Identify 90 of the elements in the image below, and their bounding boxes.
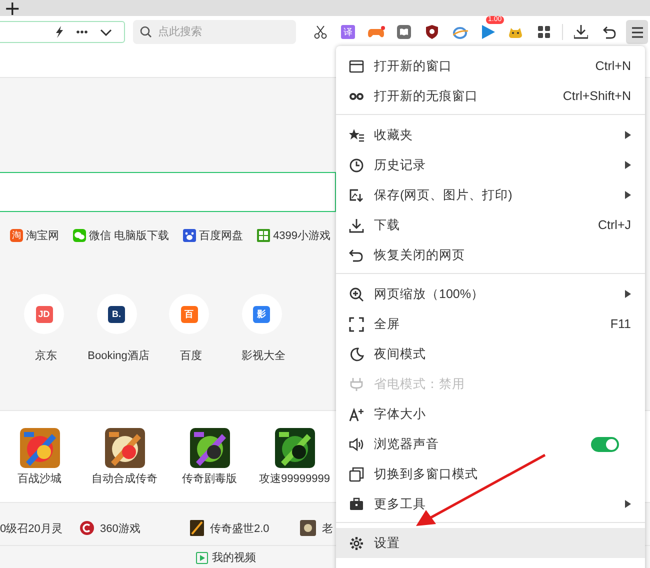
site-icon: 百	[180, 306, 198, 322]
settings-icon	[349, 536, 364, 550]
game-label[interactable]: 自动合成传奇	[92, 471, 158, 486]
cat-icon	[508, 25, 524, 39]
undo-icon	[602, 26, 616, 38]
bookmark-link[interactable]: 4399小游戏	[257, 228, 331, 242]
shortcut-button[interactable]: B.	[96, 294, 136, 334]
game-logo-icon	[80, 521, 94, 535]
promo-link[interactable]: 0级召20月灵	[0, 520, 80, 536]
promo-link[interactable]: 360游戏	[80, 520, 190, 536]
bolt-icon	[54, 26, 64, 38]
menu-icon	[632, 26, 642, 38]
submenu-arrow-icon	[625, 161, 631, 169]
image-save-icon	[349, 188, 364, 202]
translate-icon: 译	[341, 25, 355, 39]
menu-item[interactable]: 收藏夹	[336, 120, 645, 150]
site-icon: JD	[36, 306, 52, 322]
more-icon	[76, 30, 88, 34]
moon-icon	[349, 346, 364, 362]
download-icon	[349, 218, 364, 232]
submenu-arrow-icon	[625, 290, 631, 298]
new-tab-button[interactable]: +	[4, 1, 21, 15]
search-field[interactable]: 点此搜索	[133, 20, 296, 44]
shortcut-text: Ctrl+J	[598, 218, 631, 232]
search-icon	[140, 26, 152, 38]
paw-icon	[183, 228, 196, 242]
shortcut-label[interactable]: 百度	[180, 348, 202, 363]
submenu-arrow-icon	[625, 131, 631, 139]
gamepad-icon	[368, 26, 384, 38]
shield-icon	[426, 25, 438, 39]
menu-item[interactable]: 浏览器声音	[336, 429, 645, 459]
menu-button[interactable]	[626, 20, 648, 44]
menu-item[interactable]: 打开新的无痕窗口 Ctrl+Shift+N	[336, 81, 645, 111]
menu-item[interactable]: 打开新的窗口 Ctrl+N	[336, 51, 645, 81]
toggle-switch[interactable]	[591, 436, 619, 452]
bookmark-link[interactable]: 淘 淘宝网	[10, 228, 59, 242]
window-icon	[349, 58, 364, 74]
game-label[interactable]: 攻速99999999	[259, 471, 330, 486]
chevron-down-icon	[100, 28, 112, 36]
site-icon: 影	[253, 306, 270, 322]
shortcut-label[interactable]: Booking酒店	[88, 348, 150, 363]
chat-icon	[73, 228, 86, 242]
plug-icon	[349, 376, 364, 392]
star-list-icon	[349, 128, 364, 142]
shop-icon: 淘	[10, 228, 23, 242]
game-label[interactable]: 传奇剧毒版	[182, 471, 237, 486]
site-icon: B.	[108, 306, 125, 322]
menu-item[interactable]: 设置	[336, 528, 645, 558]
grid-icon	[257, 228, 270, 242]
shortcut-label[interactable]: 影视大全	[242, 348, 286, 363]
play-icon	[196, 552, 208, 564]
shortcut-button[interactable]: 影	[242, 294, 282, 334]
grid-icon	[538, 26, 550, 38]
toolbox-icon	[349, 496, 364, 512]
video-link[interactable]: 我的视频	[196, 550, 256, 565]
menu-item[interactable]: 切换到多窗口模式	[336, 459, 645, 489]
game-label[interactable]: 百战沙城	[18, 471, 62, 486]
menu-item[interactable]: 更多工具	[336, 489, 645, 519]
address-field[interactable]	[0, 21, 125, 43]
menu-item[interactable]: 保存(网页、图片、打印)	[336, 180, 645, 210]
menu-item[interactable]: 网页缩放（100%）	[336, 279, 645, 309]
shortcut-text: Ctrl+N	[595, 59, 631, 73]
promo-link[interactable]: 传奇盛世2.0	[190, 520, 300, 536]
bookmark-link[interactable]: 微信 电脑版下载	[73, 228, 170, 242]
submenu-arrow-icon	[625, 500, 631, 508]
fullscreen-icon	[349, 316, 364, 332]
zoom-in-icon	[349, 286, 364, 302]
shortcut-text: Ctrl+Shift+N	[562, 89, 631, 103]
speaker-icon	[349, 436, 364, 452]
menu-item[interactable]: 下载 Ctrl+J	[336, 210, 645, 240]
play-icon	[482, 25, 494, 39]
menu-item[interactable]: 恢复关闭的网页	[336, 240, 645, 270]
undo-icon	[349, 248, 364, 262]
menu-item[interactable]: 历史记录	[336, 150, 645, 180]
shortcut-text: F11	[610, 317, 631, 331]
globe-icon	[452, 26, 468, 38]
menu-item[interactable]: 字体大小	[336, 399, 645, 429]
clock-icon	[349, 158, 364, 172]
download-icon	[574, 25, 588, 39]
shortcut-label[interactable]: 京东	[35, 348, 57, 363]
scissors-icon	[314, 25, 326, 39]
search-field[interactable]	[0, 172, 336, 212]
font-size-icon	[349, 406, 364, 422]
translate-button[interactable]: 译	[334, 20, 362, 44]
bookmark-link[interactable]: 百度网盘	[183, 228, 244, 242]
windows-icon	[349, 466, 364, 482]
menu-item[interactable]: 全屏 F11	[336, 309, 645, 339]
book-icon	[397, 25, 411, 39]
submenu-arrow-icon	[625, 191, 631, 199]
menu-item[interactable]: 夜间模式	[336, 339, 645, 369]
